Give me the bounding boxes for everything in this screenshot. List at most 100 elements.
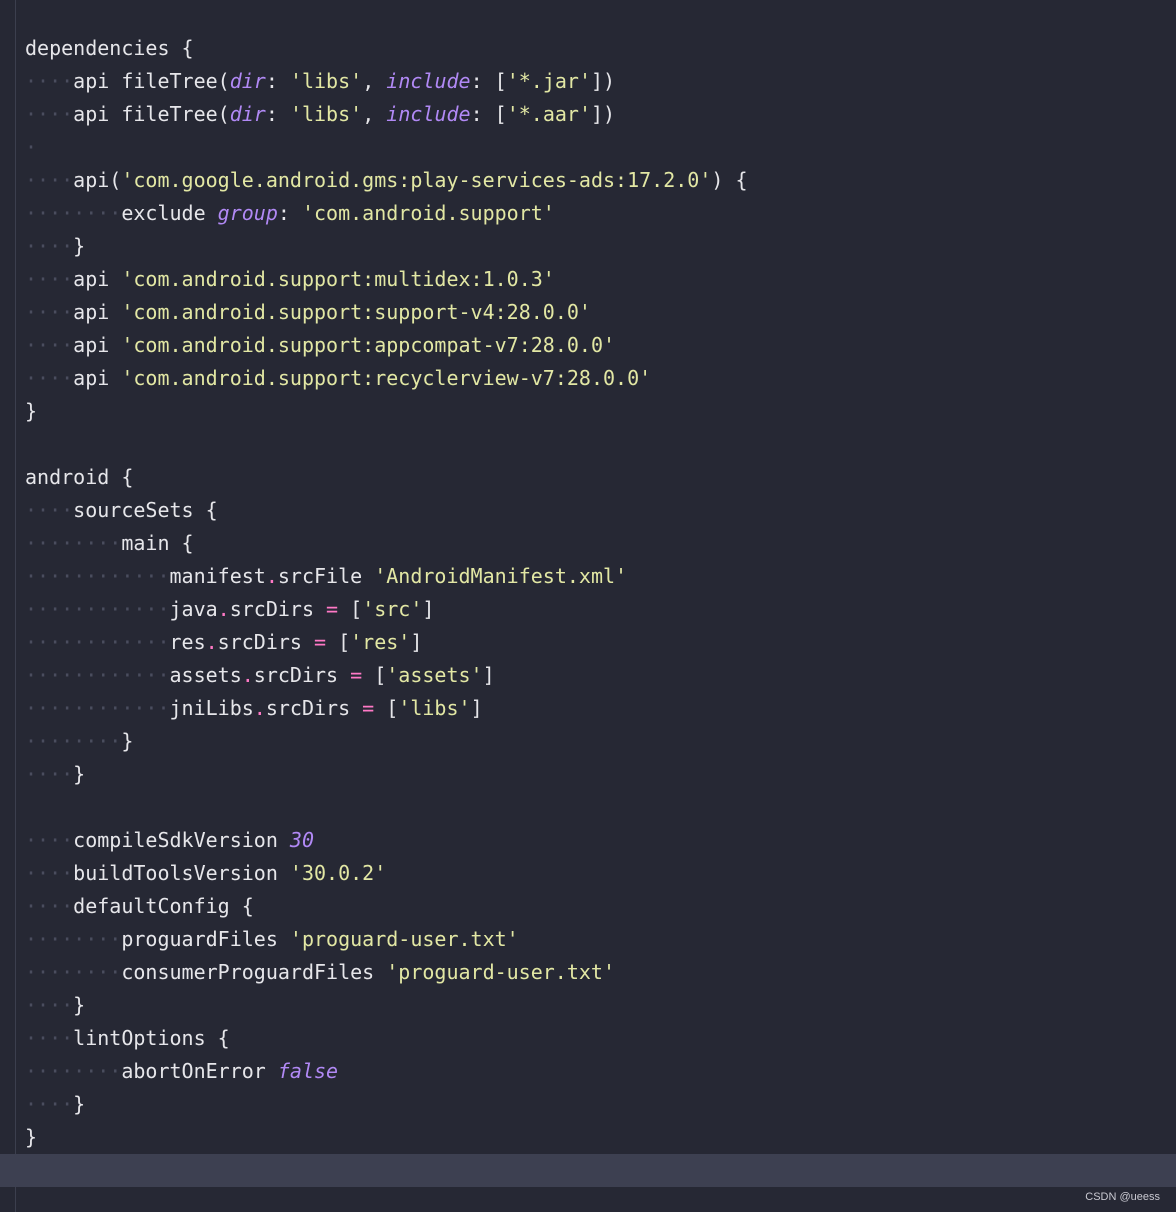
watermark: CSDN @ueess [1085, 1191, 1160, 1203]
code-line[interactable] [25, 1154, 747, 1187]
code-token: : [277, 201, 302, 225]
indent-whitespace: ········ [25, 531, 122, 555]
indent-whitespace: ···· [25, 102, 74, 126]
code-token: buildToolsVersion [73, 861, 290, 885]
indent-whitespace: ············ [25, 597, 170, 621]
indent-whitespace: ············ [25, 663, 170, 687]
code-token: 'libs' [398, 696, 471, 720]
code-token: proguardFiles [121, 927, 290, 951]
code-token: 'libs' [289, 102, 363, 126]
code-editor[interactable]: dependencies {····api fileTree(dir: 'lib… [0, 0, 1176, 1212]
code-line[interactable]: ····lintOptions { [25, 1022, 747, 1055]
code-token: 'com.android.support' [301, 201, 555, 225]
indent-whitespace: ···· [25, 861, 74, 885]
code-token: api [73, 267, 122, 291]
code-token: lintOptions { [73, 1026, 230, 1050]
indent-whitespace: ···· [25, 366, 74, 390]
code-token: dir [229, 102, 266, 126]
code-token: ) { [711, 168, 748, 192]
code-line[interactable]: ········proguardFiles 'proguard-user.txt… [25, 923, 747, 956]
indent-whitespace: ········ [25, 1059, 122, 1083]
code-line[interactable]: ········} [25, 725, 747, 758]
code-line[interactable]: ····defaultConfig { [25, 890, 747, 923]
code-line[interactable]: ····api 'com.android.support:recyclervie… [25, 362, 747, 395]
code-line[interactable] [25, 428, 747, 461]
code-token: [ [374, 696, 399, 720]
code-token: srcDirs [253, 663, 351, 687]
code-token: main { [121, 531, 194, 555]
code-line[interactable]: ····} [25, 1088, 747, 1121]
code-token: = [326, 597, 339, 621]
code-line[interactable]: ············res.srcDirs = ['res'] [25, 626, 747, 659]
code-token: '*.aar' [506, 102, 591, 126]
code-token: compileSdkVersion [73, 828, 290, 852]
code-token: 'src' [362, 597, 423, 621]
code-line[interactable]: ····} [25, 758, 747, 791]
code-line[interactable]: ········consumerProguardFiles 'proguard-… [25, 956, 747, 989]
code-line[interactable]: ········main { [25, 527, 747, 560]
code-token: api [73, 333, 122, 357]
code-token: assets [169, 663, 242, 687]
code-line[interactable]: ············jniLibs.srcDirs = ['libs'] [25, 692, 747, 725]
indent-whitespace: ········ [25, 960, 122, 984]
code-token: 'com.android.support:appcompat-v7:28.0.0… [121, 333, 616, 357]
code-line[interactable] [25, 791, 747, 824]
code-token: api fileTree( [73, 102, 230, 126]
indent-whitespace: ···· [25, 498, 74, 522]
indent-whitespace: ············ [25, 630, 170, 654]
code-token: } [25, 1125, 38, 1149]
code-line[interactable]: · [25, 131, 747, 164]
code-token: manifest [169, 564, 266, 588]
code-line[interactable]: ············manifest.srcFile 'AndroidMan… [25, 560, 747, 593]
code-token: api [73, 366, 122, 390]
code-line[interactable]: ····api fileTree(dir: 'libs', include: [… [25, 98, 747, 131]
code-line[interactable]: ····} [25, 230, 747, 263]
code-token: } [73, 762, 86, 786]
indent-whitespace: ···· [25, 168, 74, 192]
code-token: srcFile [277, 564, 375, 588]
code-line[interactable]: android { [25, 461, 747, 494]
code-line[interactable]: ····sourceSets { [25, 494, 747, 527]
code-token: 'com.android.support:multidex:1.0.3' [121, 267, 555, 291]
indent-whitespace: ········ [25, 201, 122, 225]
code-token: : [265, 102, 290, 126]
code-line[interactable]: ············java.srcDirs = ['src'] [25, 593, 747, 626]
code-line[interactable]: ····buildToolsVersion '30.0.2' [25, 857, 747, 890]
code-line[interactable]: ····api fileTree(dir: 'libs', include: [… [25, 65, 747, 98]
code-line[interactable]: ············assets.srcDirs = ['assets'] [25, 659, 747, 692]
code-line[interactable]: ····api 'com.android.support:appcompat-v… [25, 329, 747, 362]
code-token: [ [326, 630, 351, 654]
code-token: api( [73, 168, 122, 192]
code-token: 'libs' [289, 69, 363, 93]
code-area[interactable]: dependencies {····api fileTree(dir: 'lib… [25, 32, 747, 1187]
code-line[interactable]: ····api 'com.android.support:multidex:1.… [25, 263, 747, 296]
indent-whitespace: ···· [25, 828, 74, 852]
code-token: ] [410, 630, 423, 654]
code-line[interactable]: dependencies { [25, 32, 747, 65]
code-token: dir [229, 69, 266, 93]
code-line[interactable]: ········exclude group: 'com.android.supp… [25, 197, 747, 230]
code-token: . [205, 630, 218, 654]
code-line[interactable]: ····compileSdkVersion 30 [25, 824, 747, 857]
code-token: ] [482, 663, 495, 687]
code-line[interactable]: ········abortOnError false [25, 1055, 747, 1088]
code-token: , [362, 102, 387, 126]
code-token: '30.0.2' [289, 861, 387, 885]
code-line[interactable]: ····} [25, 989, 747, 1022]
code-token: dependencies { [25, 36, 194, 60]
code-token: ]) [591, 69, 616, 93]
code-line[interactable]: } [25, 395, 747, 428]
code-token: } [25, 399, 38, 423]
code-line[interactable]: } [25, 1121, 747, 1154]
code-token: 'proguard-user.txt' [289, 927, 519, 951]
indent-whitespace: · [25, 135, 38, 159]
code-token: group [217, 201, 278, 225]
code-line[interactable]: ····api('com.google.android.gms:play-ser… [25, 164, 747, 197]
code-token: srcDirs [265, 696, 363, 720]
indent-whitespace: ············ [25, 564, 170, 588]
code-token: android { [25, 465, 134, 489]
code-token: . [253, 696, 266, 720]
code-token: exclude [121, 201, 218, 225]
code-line[interactable]: ····api 'com.android.support:support-v4:… [25, 296, 747, 329]
code-token: res [169, 630, 206, 654]
